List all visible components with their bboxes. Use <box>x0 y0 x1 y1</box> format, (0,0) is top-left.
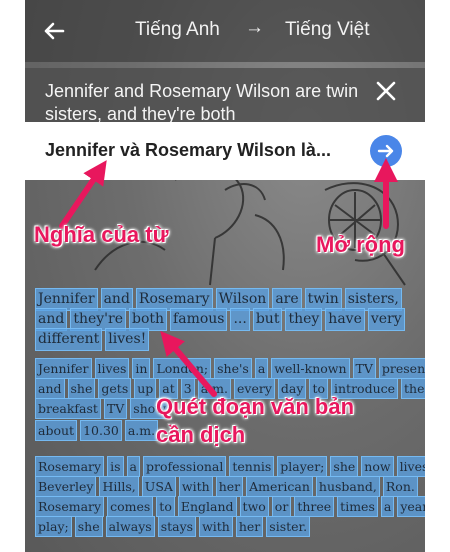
ocr-word[interactable]: always <box>105 516 155 537</box>
annotation-meaning: Nghĩa của từ <box>34 222 169 247</box>
ocr-word[interactable]: play; <box>35 516 72 537</box>
ocr-word[interactable]: professional <box>142 456 227 477</box>
ocr-word[interactable]: and <box>35 378 65 399</box>
ocr-word[interactable]: ... <box>230 308 250 331</box>
close-button[interactable] <box>373 78 399 104</box>
annotation-scan-line1: Quét đoạn văn bản <box>156 394 355 419</box>
arrow-right-icon <box>377 144 394 158</box>
ocr-word[interactable]: Rosemary <box>35 456 105 477</box>
ocr-word[interactable]: Beverley <box>35 476 97 497</box>
ocr-word[interactable]: different <box>35 328 103 351</box>
ocr-word[interactable]: lives <box>94 358 130 379</box>
top-bar: Tiếng Anh → Tiếng Việt <box>25 0 425 62</box>
ocr-word[interactable]: now <box>361 456 394 477</box>
translation-text: Jennifer và Rosemary Wilson là... <box>45 140 331 160</box>
ocr-word[interactable]: lives <box>396 456 425 477</box>
ocr-line: Jennifer and Rosemary Wilson are twin sisters, <box>35 288 402 311</box>
ocr-word[interactable]: Ron. <box>382 476 418 497</box>
ocr-word[interactable]: with <box>199 516 233 537</box>
phone-screen: Tiếng Anh → Tiếng Việt Jennifer and Rose… <box>25 0 425 552</box>
ocr-line: about 10.30 a.m. <box>35 420 159 441</box>
ocr-word[interactable]: tennis <box>229 456 275 477</box>
ocr-word[interactable]: England <box>177 496 237 517</box>
ocr-word[interactable]: stays <box>157 516 197 537</box>
ocr-line: Jennifer lives in London; she's a well-known TV… <box>35 358 425 379</box>
ocr-word[interactable]: she <box>67 378 96 399</box>
ocr-line: Rosemary comes to England two or three times a ye… <box>35 496 425 517</box>
source-text: Jennifer and Rosemary Wilson are twin si… <box>45 81 359 122</box>
ocr-word[interactable]: up <box>134 378 157 399</box>
ocr-word[interactable]: famous <box>170 308 228 331</box>
ocr-word[interactable]: Jennifer <box>35 358 92 379</box>
ocr-word[interactable]: the <box>401 378 425 399</box>
ocr-line: breakfast TV show <box>35 398 169 419</box>
ocr-word[interactable]: lives! <box>105 328 150 351</box>
ocr-line: Beverley Hills, USA with her American husband,… <box>35 476 418 497</box>
ocr-word[interactable]: a <box>126 456 140 477</box>
ocr-word[interactable]: presenter <box>378 358 425 379</box>
ocr-word[interactable]: comes <box>107 496 154 517</box>
close-icon <box>376 81 396 101</box>
ocr-word[interactable]: a <box>380 496 395 517</box>
ocr-word[interactable]: or <box>271 496 292 517</box>
ocr-word[interactable]: but <box>252 308 283 331</box>
ocr-word[interactable]: she <box>330 456 359 477</box>
source-language-selector[interactable]: Tiếng Anh <box>135 19 220 41</box>
ocr-word[interactable]: have <box>325 308 365 331</box>
ocr-word[interactable]: in <box>132 358 151 379</box>
ocr-word[interactable]: year <box>397 496 425 517</box>
ocr-word[interactable]: very <box>367 308 405 331</box>
ocr-word[interactable]: husband, <box>315 476 380 497</box>
ocr-word[interactable]: Hills, <box>99 476 139 497</box>
translation-card[interactable]: Jennifer và Rosemary Wilson là... <box>25 122 425 180</box>
ocr-word[interactable]: three <box>294 496 335 517</box>
ocr-word[interactable]: she <box>74 516 103 537</box>
ocr-word[interactable]: American <box>246 476 313 497</box>
ocr-word[interactable]: they <box>285 308 323 331</box>
back-arrow-icon <box>44 22 65 40</box>
ocr-word[interactable]: 10.30 <box>80 420 122 441</box>
ocr-word[interactable]: a <box>254 358 269 379</box>
ocr-line: and they're both famous... but they have very <box>35 308 405 331</box>
swap-arrow-icon: → <box>245 17 264 38</box>
ocr-word[interactable]: about <box>35 420 78 441</box>
ocr-word[interactable]: sister. <box>266 516 311 537</box>
ocr-word[interactable]: breakfast <box>35 398 101 419</box>
ocr-word[interactable]: a.m. <box>124 420 159 441</box>
back-button[interactable] <box>39 16 69 46</box>
ocr-word[interactable]: she's <box>214 358 252 379</box>
ocr-line: Rosemary is a professional tennis player; she n… <box>35 456 425 477</box>
ocr-word[interactable]: gets <box>98 378 132 399</box>
ocr-word[interactable]: TV <box>103 398 128 419</box>
ocr-word[interactable]: two <box>239 496 269 517</box>
ocr-word[interactable]: to <box>156 496 175 517</box>
ocr-word[interactable]: her <box>215 476 244 497</box>
ocr-word[interactable]: times <box>337 496 378 517</box>
ocr-word[interactable]: Rosemary <box>35 496 105 517</box>
ocr-word[interactable]: player; <box>277 456 328 477</box>
expand-button[interactable] <box>370 135 402 167</box>
annotation-scan-line2: cần dịch <box>156 422 246 447</box>
target-language-selector[interactable]: Tiếng Việt <box>285 19 370 41</box>
source-text-panel: Jennifer and Rosemary Wilson are twin si… <box>25 68 425 124</box>
ocr-word[interactable]: TV <box>352 358 376 379</box>
annotation-expand: Mở rộng <box>316 232 405 257</box>
ocr-line: play; she always stays with her sister. <box>35 516 311 537</box>
ocr-line: different lives! <box>35 328 150 351</box>
ocr-word[interactable]: USA <box>141 476 176 497</box>
ocr-word[interactable]: is <box>107 456 124 477</box>
ocr-word[interactable]: London; <box>153 358 212 379</box>
ocr-word[interactable]: her <box>235 516 264 537</box>
ocr-word[interactable]: with <box>178 476 213 497</box>
ocr-word[interactable]: well-known <box>271 358 350 379</box>
